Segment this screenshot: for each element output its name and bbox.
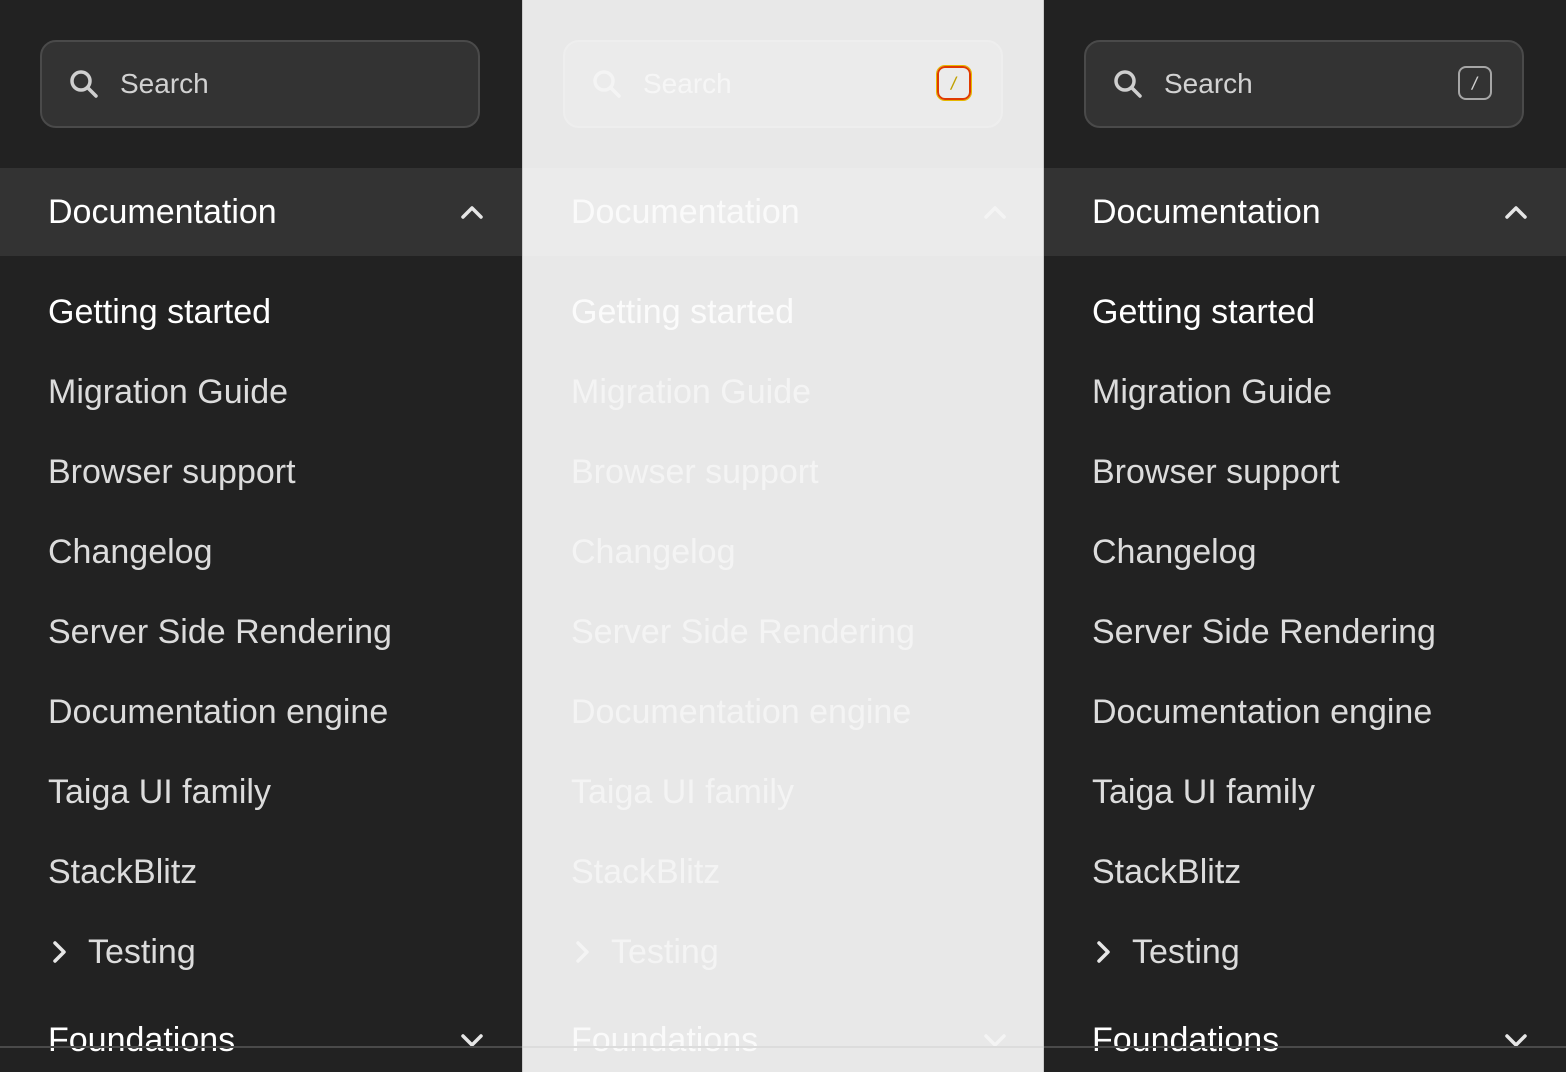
nav-item[interactable]: Documentation engine [48, 692, 388, 732]
search-icon [591, 68, 623, 100]
chevron-up-icon [981, 198, 1009, 226]
divider [523, 1046, 1043, 1048]
keyboard-shortcut-badge: / [936, 65, 972, 101]
search-icon [68, 68, 100, 100]
sidebar-panel: Search / Documentation Getting started Migra… [522, 0, 1044, 1072]
section-documentation-header[interactable]: Documentation [1044, 168, 1566, 256]
nav-item[interactable]: StackBlitz [571, 852, 720, 892]
search-input[interactable]: Search / [563, 40, 1003, 128]
section-title: Foundations [1092, 1021, 1280, 1059]
nav-item[interactable]: Server Side Rendering [1092, 612, 1436, 652]
chevron-up-icon [1502, 198, 1530, 226]
nav-item[interactable]: Migration Guide [1092, 372, 1332, 412]
section-title: Documentation [1092, 193, 1321, 231]
nav-item[interactable]: Documentation engine [571, 692, 911, 732]
nav-item[interactable]: Server Side Rendering [571, 612, 915, 652]
search-placeholder: Search [120, 68, 209, 99]
chevron-right-icon [48, 938, 72, 966]
nav-item[interactable]: Taiga UI family [1092, 772, 1315, 812]
nav-item[interactable]: Browser support [1092, 452, 1340, 492]
nav-item[interactable]: StackBlitz [1092, 852, 1241, 892]
section-foundations-header[interactable]: Foundations [523, 1012, 1043, 1072]
section-foundations-header[interactable]: Foundations [0, 1012, 522, 1072]
nav-item-label: Testing [88, 933, 196, 971]
nav-item[interactable]: Taiga UI family [571, 772, 794, 812]
nav-item[interactable]: Changelog [571, 532, 735, 572]
search-placeholder: Search [643, 68, 732, 99]
section-title: Documentation [48, 193, 277, 231]
sidebar-panel: Search / Documentation Getting started Migra… [1044, 0, 1566, 1072]
search-icon [1112, 68, 1144, 100]
divider [0, 1046, 522, 1048]
nav-item[interactable]: Getting started [48, 292, 271, 332]
nav-item-label: Testing [611, 933, 719, 971]
nav-item[interactable]: Browser support [48, 452, 296, 492]
search-input[interactable]: Search / [1084, 40, 1524, 128]
nav-item-label: Testing [1132, 933, 1240, 971]
nav-item[interactable]: Taiga UI family [48, 772, 271, 812]
nav-item[interactable]: Migration Guide [48, 372, 288, 412]
nav-item[interactable]: StackBlitz [48, 852, 197, 892]
nav-item[interactable]: Getting started [571, 292, 794, 332]
nav-item[interactable]: Migration Guide [571, 372, 811, 412]
section-title: Foundations [571, 1021, 759, 1059]
chevron-down-icon [458, 1026, 486, 1054]
chevron-right-icon [1092, 938, 1116, 966]
nav-item[interactable]: Changelog [1092, 532, 1256, 572]
nav-item[interactable]: Browser support [571, 452, 819, 492]
section-documentation-header[interactable]: Documentation [523, 168, 1043, 256]
section-title: Documentation [571, 193, 800, 231]
nav-item[interactable]: Changelog [48, 532, 212, 572]
sidebar-panel: Search Documentation Getting started Migrat… [0, 0, 522, 1072]
keyboard-shortcut-badge: / [1458, 66, 1492, 100]
chevron-down-icon [981, 1026, 1009, 1054]
section-foundations-header[interactable]: Foundations [1044, 1012, 1566, 1072]
section-documentation-header[interactable]: Documentation [0, 168, 522, 256]
search-placeholder: Search [1164, 68, 1253, 99]
chevron-down-icon [1502, 1026, 1530, 1054]
divider [1044, 1046, 1566, 1048]
chevron-right-icon [571, 938, 595, 966]
section-title: Foundations [48, 1021, 236, 1059]
nav-item[interactable]: Server Side Rendering [48, 612, 392, 652]
search-input[interactable]: Search [40, 40, 480, 128]
chevron-up-icon [458, 198, 486, 226]
nav-item[interactable]: Getting started [1092, 292, 1315, 332]
nav-item[interactable]: Documentation engine [1092, 692, 1432, 732]
